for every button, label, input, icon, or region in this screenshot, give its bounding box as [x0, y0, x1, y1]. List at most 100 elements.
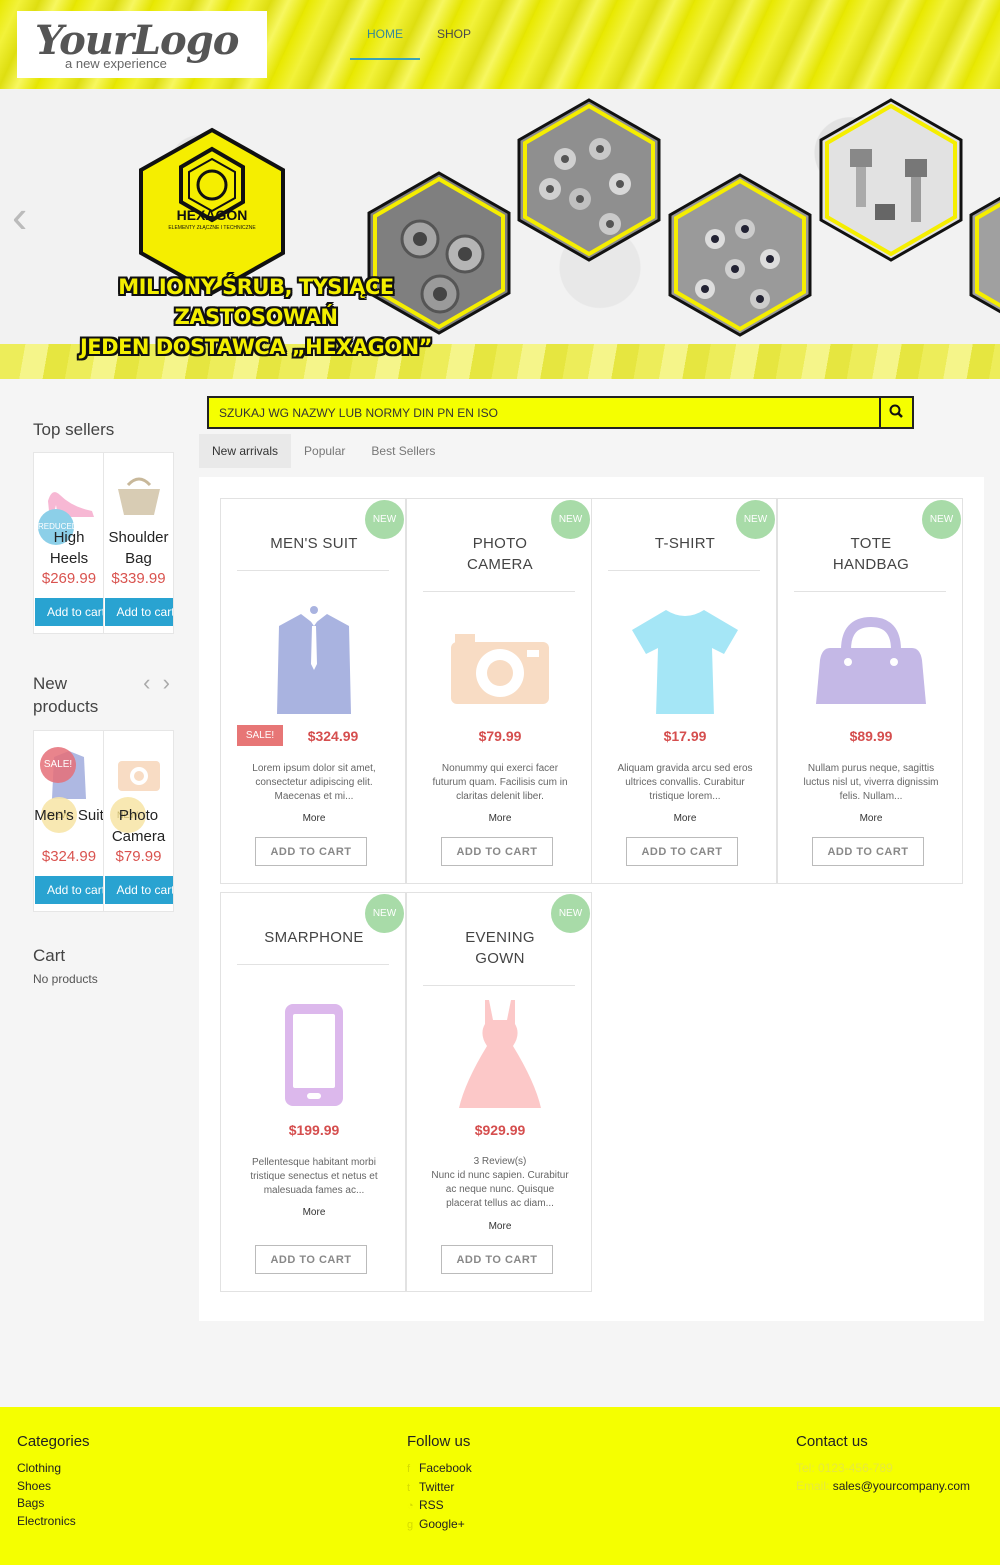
- footer-link-shoes[interactable]: Shoes: [17, 1478, 90, 1496]
- more-link[interactable]: More: [221, 813, 407, 824]
- description-line: placerat tellus ac diam...: [446, 1198, 554, 1209]
- product-card[interactable]: NEW PHOTO CAMERA $79.99 Nonummy qui exer…: [406, 498, 592, 884]
- banner-tagline: MILIONY ŚRUB, TYSIĄCE ZASTOSOWAŃ JEDEN D…: [36, 272, 476, 362]
- mini-product[interactable]: SALE! NEW Men's Suit $324.99 Add to cart: [34, 731, 104, 911]
- email-link[interactable]: sales@yourcompany.com: [833, 1479, 970, 1493]
- description-line: claritas delenit liber.: [456, 791, 544, 802]
- chevron-left-icon[interactable]: ‹: [143, 670, 150, 695]
- description-line: Nunc id nunc sapien. Curabitur: [431, 1170, 569, 1181]
- mini-product-name[interactable]: Men's Suit: [34, 805, 102, 826]
- hero-banner[interactable]: HEXAGON ELEMENTY ZŁĄCZNE I TECHNICZNE ‹ …: [0, 89, 1000, 379]
- footer-link-google-plus[interactable]: g Google+: [407, 1516, 472, 1535]
- banner-tagline-line-1: MILIONY ŚRUB, TYSIĄCE ZASTOSOWAŃ: [118, 275, 394, 329]
- mini-product[interactable]: NEW Photo Camera $79.99 Add to cart: [104, 731, 174, 911]
- phone-label: Tel:: [796, 1461, 815, 1475]
- photo-camera-image: [117, 761, 160, 791]
- partial-hexagon-icon: [969, 196, 1000, 314]
- product-grid: NEW MEN'S SUIT SALE! $324.99 Lorem ipsum…: [199, 477, 984, 1321]
- product-card[interactable]: NEW MEN'S SUIT SALE! $324.99 Lorem ipsum…: [220, 498, 406, 884]
- mini-product-price: $269.99: [41, 570, 97, 587]
- header: YourLogo a new experience HOME SHOP: [0, 0, 1000, 89]
- product-card[interactable]: NEW EVENING GOWN $929.99 3 Review(s) Nun…: [406, 892, 592, 1292]
- footer-link-label: Google+: [419, 1516, 465, 1531]
- product-title[interactable]: PHOTO CAMERA: [407, 533, 593, 575]
- footer-link-clothing[interactable]: Clothing: [17, 1460, 90, 1478]
- twitter-icon: t: [407, 1481, 411, 1494]
- mini-product-name[interactable]: High Heels: [34, 527, 103, 569]
- description-line: malesuada fames ac...: [263, 1185, 365, 1196]
- product-title[interactable]: EVENING GOWN: [407, 927, 593, 969]
- locknuts-hexagon-icon: [668, 173, 812, 337]
- description-line: Nullam purus neque, sagittis: [807, 763, 935, 774]
- product-title[interactable]: MEN'S SUIT: [221, 533, 407, 554]
- main-nav: HOME SHOP: [350, 0, 488, 60]
- add-to-cart-button[interactable]: Add to cart: [104, 876, 173, 904]
- add-to-cart-button[interactable]: ADD TO CART: [255, 1245, 367, 1274]
- description-line: felis. Nullam...: [839, 791, 903, 802]
- add-to-cart-button[interactable]: ADD TO CART: [812, 837, 924, 866]
- description-line: Pellentesque habitant morbi: [252, 1157, 376, 1168]
- add-to-cart-button[interactable]: Add to cart: [104, 598, 173, 626]
- product-description: 3 Review(s) Nunc id nunc sapien. Curabit…: [421, 1155, 579, 1211]
- tab-popular[interactable]: Popular: [291, 434, 358, 468]
- product-title-line-2: CAMERA: [467, 556, 533, 573]
- product-title-line-1: EVENING: [465, 929, 535, 946]
- footer-link-rss[interactable]: ◔ RSS: [407, 1497, 472, 1516]
- email-label: Email:: [796, 1478, 830, 1493]
- search-button[interactable]: [879, 398, 912, 427]
- product-card[interactable]: NEW TOTE HANDBAG $89.99 Nullam purus neq…: [777, 498, 963, 884]
- search-input[interactable]: [209, 398, 881, 427]
- add-to-cart-button[interactable]: ADD TO CART: [255, 837, 367, 866]
- slider-prev-arrow[interactable]: ‹: [12, 189, 27, 243]
- add-to-cart-button[interactable]: ADD TO CART: [441, 837, 553, 866]
- nav-home[interactable]: HOME: [350, 0, 420, 60]
- new-products-header: New products ‹ ›: [33, 670, 174, 718]
- product-card[interactable]: NEW SMARPHONE $199.99 Pellentesque habit…: [220, 892, 406, 1292]
- new-products-arrows: ‹ ›: [143, 670, 170, 696]
- sale-badge: SALE!: [40, 747, 76, 783]
- more-link[interactable]: More: [592, 813, 778, 824]
- mini-product[interactable]: REDUCED PRICE High Heels $269.99 Add to …: [34, 453, 104, 633]
- product-title[interactable]: T-SHIRT: [592, 533, 778, 554]
- more-link[interactable]: More: [407, 813, 593, 824]
- footer-link-bags[interactable]: Bags: [17, 1495, 90, 1513]
- search-bar: [207, 396, 914, 429]
- more-link[interactable]: More: [221, 1207, 407, 1218]
- nav-shop[interactable]: SHOP: [420, 0, 488, 60]
- hexagon-logo-icon: HEXAGON ELEMENTY ZŁĄCZNE I TECHNICZNE: [139, 127, 285, 296]
- add-to-cart-button[interactable]: ADD TO CART: [626, 837, 738, 866]
- footer-link-electronics[interactable]: Electronics: [17, 1513, 90, 1531]
- mini-product-name[interactable]: Shoulder Bag: [104, 527, 174, 569]
- cart-title[interactable]: Cart: [33, 946, 174, 966]
- product-title[interactable]: TOTE HANDBAG: [778, 533, 964, 575]
- footer-link-facebook[interactable]: f Facebook: [407, 1460, 472, 1479]
- footer-categories-title: Categories: [17, 1433, 90, 1450]
- tote-handbag-image: [816, 616, 926, 704]
- add-to-cart-button[interactable]: ADD TO CART: [441, 1245, 553, 1274]
- evening-gown-image: [459, 1000, 541, 1108]
- mini-product[interactable]: Shoulder Bag $339.99 Add to cart: [104, 453, 174, 633]
- rss-icon: ◔: [407, 1500, 414, 1512]
- banner-brand: HEXAGON: [177, 207, 248, 223]
- mini-product-name[interactable]: Photo Camera: [104, 805, 174, 847]
- more-link[interactable]: More: [778, 813, 964, 824]
- review-count[interactable]: 3 Review(s): [421, 1155, 579, 1169]
- photo-camera-image: [451, 634, 549, 704]
- add-to-cart-button[interactable]: Add to cart: [35, 876, 103, 904]
- washers-hexagon-icon: [517, 98, 661, 262]
- footer-link-label: Facebook: [419, 1461, 472, 1475]
- product-card[interactable]: NEW T-SHIRT $17.99 Aliquam gravida arcu …: [591, 498, 777, 884]
- chevron-right-icon[interactable]: ›: [163, 670, 170, 695]
- tab-new-arrivals[interactable]: New arrivals: [199, 434, 292, 468]
- product-price: $17.99: [663, 728, 707, 744]
- add-to-cart-button[interactable]: Add to cart: [35, 598, 103, 626]
- product-description: Lorem ipsum dolor sit amet, consectetur …: [235, 762, 393, 804]
- more-link[interactable]: More: [407, 1221, 593, 1232]
- footer-link-label: Twitter: [419, 1479, 455, 1494]
- page: YourLogo a new experience HOME SHOP HEXA…: [0, 0, 1000, 1565]
- footer-link-twitter[interactable]: t Twitter: [407, 1479, 472, 1498]
- tab-best-sellers[interactable]: Best Sellers: [358, 434, 448, 468]
- divider: [237, 570, 389, 571]
- product-title[interactable]: SMARPHONE: [221, 927, 407, 948]
- logo[interactable]: YourLogo a new experience: [17, 11, 267, 78]
